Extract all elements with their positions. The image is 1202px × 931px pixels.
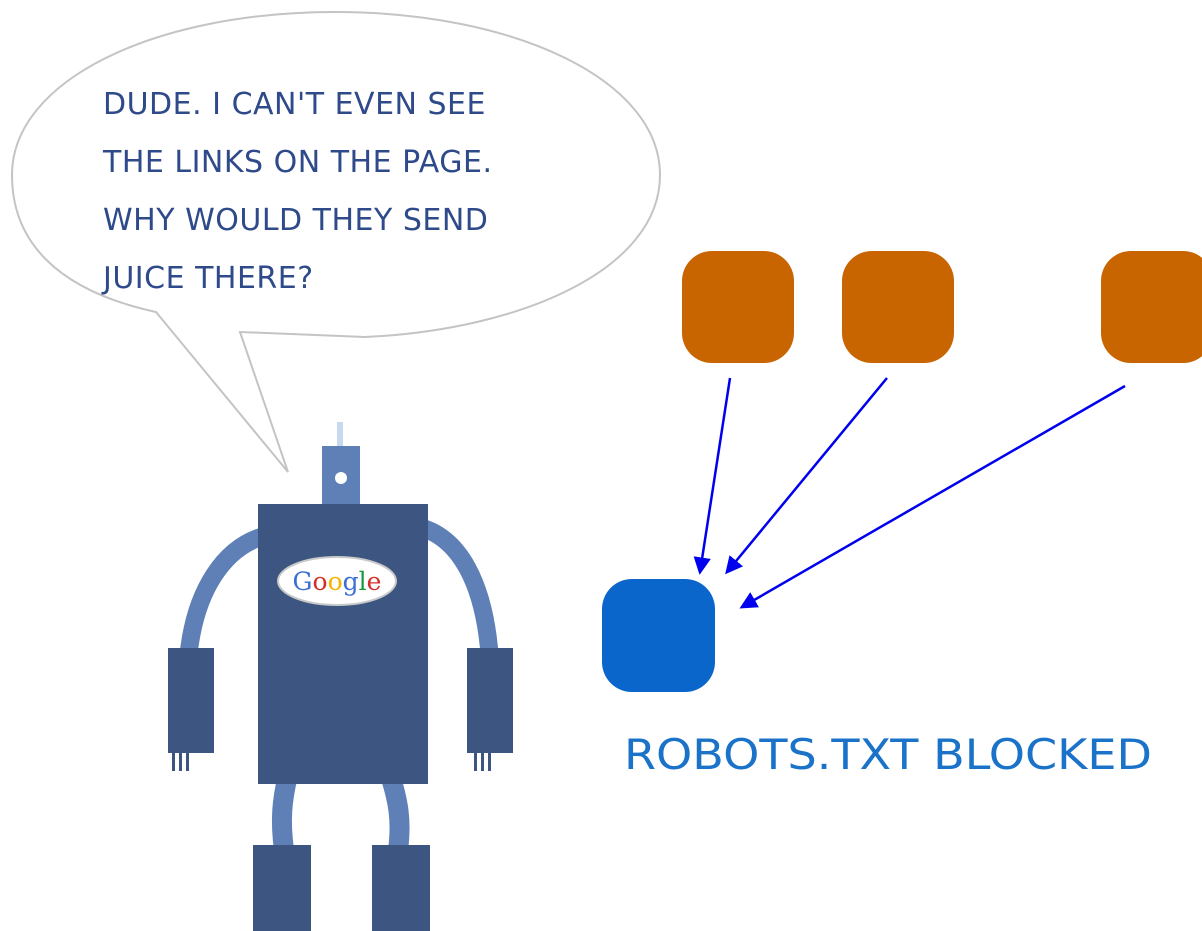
robot-right-finger-2 [481,753,484,771]
robot-antenna [337,422,343,448]
source-page-node-3 [1101,251,1202,363]
robots-txt-blocked-label: ROBOTS.TXT BLOCKED [624,730,1152,779]
speech-line-3: WHY WOULD THEY SEND [103,203,488,238]
robot-left-finger-3 [186,753,189,771]
source-page-node-2 [842,251,954,363]
robot-left-hand [168,648,214,753]
speech-line-1: DUDE. I CAN'T EVEN SEE [103,87,486,122]
link-arrow-1 [693,377,732,575]
speech-bubble-shape [10,10,662,473]
speech-bubble: DUDE. I CAN'T EVEN SEE THE LINKS ON THE … [10,10,662,473]
robot-left-arm [179,526,277,669]
robot-torso [258,504,428,784]
robot-left-finger-1 [172,753,175,771]
google-logo-letter-4: g [343,567,359,596]
robot-right-hand [467,648,513,753]
source-page-node-1 [682,251,794,363]
google-logo-letter-2: o [313,567,328,596]
robot-right-finger-1 [474,753,477,771]
google-logo-letter-6: e [367,567,382,596]
robot-left-finger-2 [179,753,182,771]
link-arrow-2 [725,377,888,575]
speech-line-2: THE LINKS ON THE PAGE. [102,145,493,180]
robot-eye [335,472,347,484]
robot-right-finger-3 [488,753,491,771]
robot-left-foot [253,845,311,931]
google-logo-letter-1: G [293,567,313,596]
illustration: DUDE. I CAN'T EVEN SEE THE LINKS ON THE … [10,10,1202,931]
google-logo: Google [293,567,382,596]
link-arrow-3 [739,384,1126,609]
link-diagram: ROBOTS.TXT BLOCKED [602,251,1202,779]
google-badge: Google [277,556,397,606]
google-logo-letter-5: l [359,567,367,596]
speech-line-4: JUICE THERE? [101,261,314,296]
robot-left-leg [271,765,298,860]
robot: Google [168,422,513,931]
robot-right-leg [380,765,410,860]
robot-right-foot [372,845,430,931]
google-logo-letter-3: o [328,567,343,596]
blocked-page-node [602,579,715,692]
